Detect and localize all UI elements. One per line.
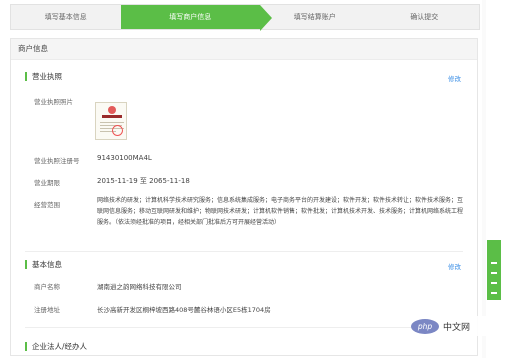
legal-section-title: 企业法人/经办人 [25, 342, 87, 351]
reg-no-value: 91430100MA4L [97, 154, 152, 162]
license-image[interactable] [95, 102, 127, 140]
license-title-bar [102, 115, 122, 118]
emblem-icon [108, 106, 116, 114]
merchant-name-value: 湖南逍之韵网络科技有限公司 [97, 283, 182, 291]
progress-steps: 填写基本信息 填写商户信息 填写结算账户 确认提交 [10, 4, 480, 31]
step-confirm-submit: 确认提交 [410, 13, 439, 21]
step-settlement-account: 填写结算账户 [293, 13, 336, 21]
scope-value: 网络技术的研发；计算机科学技术研究服务；信息系统集成服务；电子商务平台的开发建设… [97, 197, 464, 226]
divider [25, 327, 463, 328]
page-scrollbar[interactable] [482, 0, 486, 358]
term-label: 营业期限 [34, 179, 60, 187]
merchant-info-panel: 商户信息 营业执照 修改 营业执照照片 营业执照注册号 91430100MA4L… [10, 38, 478, 356]
basic-section-title: 基本信息 [25, 260, 62, 269]
divider [25, 251, 463, 252]
reg-no-label: 营业执照注册号 [34, 157, 80, 165]
stamp-icon [112, 125, 123, 136]
address-value: 长沙高新开发区桐梓坡西路408号麓谷林语小区E5栋1704房 [97, 306, 271, 314]
watermark-text: 中文网 [443, 322, 471, 333]
panel-title: 商户信息 [11, 39, 477, 60]
merchant-name-label: 商户名称 [34, 283, 60, 291]
term-value: 2015-11-19 至 2065-11-18 [97, 177, 190, 185]
step-merchant-info-active: 填写商户信息 [120, 5, 273, 31]
license-edit-link[interactable]: 修改 [448, 73, 461, 83]
side-float-tab[interactable] [487, 240, 501, 300]
site-watermark: php 中文网 [411, 316, 497, 336]
license-photo-label: 营业执照照片 [34, 98, 73, 106]
step-basic-info: 填写基本信息 [44, 13, 87, 21]
scope-label: 经营范围 [34, 201, 60, 209]
address-label: 注册地址 [34, 306, 60, 314]
license-section-title: 营业执照 [25, 72, 62, 81]
basic-edit-link[interactable]: 修改 [448, 261, 461, 271]
php-logo-icon: php [411, 318, 439, 334]
